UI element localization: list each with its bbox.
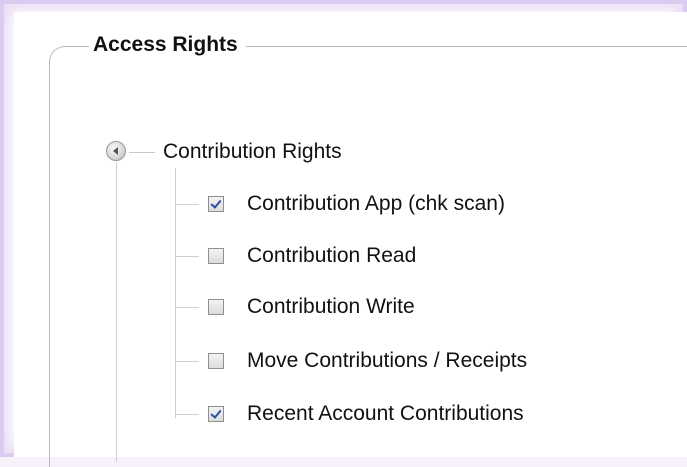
tree-connector <box>175 414 199 415</box>
tree-connector <box>175 204 199 205</box>
tree-root-line <box>116 162 117 462</box>
tree-item-label[interactable]: Move Contributions / Receipts <box>247 346 527 376</box>
checkbox-unchecked[interactable] <box>208 248 224 264</box>
checkbox-checked[interactable] <box>208 406 224 422</box>
fieldset-legend: Access Rights <box>89 30 246 60</box>
tree-children-line <box>175 168 176 418</box>
tree-node-contribution-rights[interactable]: Contribution Rights <box>163 137 342 167</box>
tree-item-label[interactable]: Contribution Read <box>247 241 416 271</box>
tree-item-label[interactable]: Recent Account Contributions <box>247 399 524 429</box>
tree-item-label[interactable]: Contribution Write <box>247 292 415 322</box>
tree-connector <box>175 361 199 362</box>
checkbox-unchecked[interactable] <box>208 299 224 315</box>
tree-connector <box>175 307 199 308</box>
tree-item-label[interactable]: Contribution App (chk scan) <box>247 189 505 219</box>
tree-connector <box>129 152 155 153</box>
checkbox-unchecked[interactable] <box>208 353 224 369</box>
checkbox-checked[interactable] <box>208 196 224 212</box>
collapse-arrow-icon[interactable] <box>106 141 126 161</box>
tree-connector <box>175 256 199 257</box>
